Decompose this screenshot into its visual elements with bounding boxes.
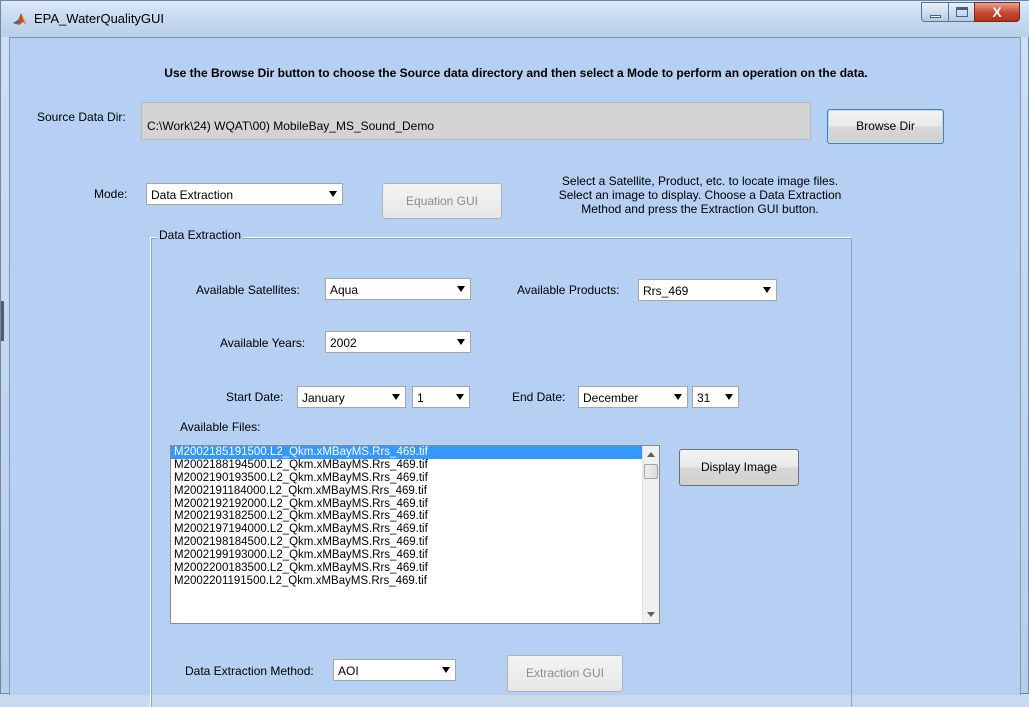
start-month-value: January xyxy=(302,391,345,405)
end-month-select[interactable]: December xyxy=(578,386,688,408)
extraction-method-value: AOI xyxy=(338,664,359,678)
list-item[interactable]: M2002192192000.L2_Qkm.xMBayMS.Rrs_469.ti… xyxy=(171,498,659,511)
list-item[interactable]: M2002190193500.L2_Qkm.xMBayMS.Rrs_469.ti… xyxy=(171,472,659,485)
list-item[interactable]: M2002197194000.L2_Qkm.xMBayMS.Rrs_469.ti… xyxy=(171,523,659,536)
instructions-text: Use the Browse Dir button to choose the … xyxy=(164,66,868,80)
close-icon: X xyxy=(992,4,1002,20)
list-item[interactable]: M2002193182500.L2_Qkm.xMBayMS.Rrs_469.ti… xyxy=(171,510,659,523)
chevron-down-icon xyxy=(388,388,404,406)
mode-label: Mode: xyxy=(94,187,128,201)
window-title: EPA_WaterQualityGUI xyxy=(34,11,165,26)
year-select[interactable]: 2002 xyxy=(325,331,471,353)
extraction-method-select[interactable]: AOI xyxy=(333,659,456,681)
end-date-label: End Date: xyxy=(512,390,566,404)
mode-help-text: Select a Satellite, Product, etc. to loc… xyxy=(530,174,870,216)
help-line-3: Method and press the Extraction GUI butt… xyxy=(581,202,819,216)
end-day-value: 31 xyxy=(697,391,711,405)
help-line-2: Select an image to display. Choose a Dat… xyxy=(558,188,842,202)
chevron-down-icon xyxy=(670,388,686,406)
start-month-select[interactable]: January xyxy=(297,386,406,408)
source-dir-field: C:\Work\24) WQAT\00) MobileBay_MS_Sound_… xyxy=(141,102,811,140)
title-bar[interactable]: EPA_WaterQualityGUI X xyxy=(1,1,1029,37)
products-label: Available Products: xyxy=(517,283,620,297)
year-select-value: 2002 xyxy=(330,336,357,350)
source-dir-label: Source Data Dir: xyxy=(37,110,126,124)
product-select[interactable]: Rrs_469 xyxy=(638,279,777,301)
display-image-button[interactable]: Display Image xyxy=(679,449,799,486)
list-item[interactable]: M2002191184000.L2_Qkm.xMBayMS.Rrs_469.ti… xyxy=(171,485,659,498)
scroll-thumb[interactable] xyxy=(644,464,658,479)
years-label: Available Years: xyxy=(220,336,306,350)
scroll-down-icon[interactable] xyxy=(643,606,659,622)
list-item[interactable]: M2002199193000.L2_Qkm.xMBayMS.Rrs_469.ti… xyxy=(171,549,659,562)
minimize-button[interactable] xyxy=(921,2,949,22)
chevron-down-icon xyxy=(453,333,469,351)
browse-dir-button[interactable]: Browse Dir xyxy=(827,109,944,144)
chevron-down-icon xyxy=(721,388,737,406)
list-item[interactable]: M2002188194500.L2_Qkm.xMBayMS.Rrs_469.ti… xyxy=(171,459,659,472)
files-scrollbar[interactable] xyxy=(642,446,659,623)
window-frame: EPA_WaterQualityGUI X Use the Browse Dir… xyxy=(0,0,1029,707)
chevron-down-icon xyxy=(325,185,341,203)
start-day-value: 1 xyxy=(417,391,424,405)
close-button[interactable]: X xyxy=(974,2,1020,22)
list-item[interactable]: M2002185191500.L2_Qkm.xMBayMS.Rrs_469.ti… xyxy=(171,446,659,459)
client-area: Use the Browse Dir button to choose the … xyxy=(9,37,1021,707)
list-item[interactable]: M2002201191500.L2_Qkm.xMBayMS.Rrs_469.ti… xyxy=(171,575,659,588)
satellites-label: Available Satellites: xyxy=(196,283,300,297)
chevron-down-icon xyxy=(452,388,468,406)
scroll-up-icon[interactable] xyxy=(643,447,659,463)
start-day-select[interactable]: 1 xyxy=(412,386,470,408)
end-month-value: December xyxy=(583,391,639,405)
extraction-gui-button[interactable]: Extraction GUI xyxy=(507,655,623,692)
data-extraction-panel-title: Data Extraction xyxy=(157,228,244,242)
extraction-method-label: Data Extraction Method: xyxy=(185,664,314,678)
product-select-value: Rrs_469 xyxy=(643,284,689,298)
file-rows: M2002185191500.L2_Qkm.xMBayMS.Rrs_469.ti… xyxy=(171,446,659,588)
start-date-label: Start Date: xyxy=(226,390,284,404)
list-item[interactable]: M2002198184500.L2_Qkm.xMBayMS.Rrs_469.ti… xyxy=(171,536,659,549)
satellite-select-value: Aqua xyxy=(330,283,359,297)
satellite-select[interactable]: Aqua xyxy=(325,278,471,300)
maximize-icon xyxy=(956,7,968,17)
matlab-app-icon xyxy=(13,13,27,25)
end-day-select[interactable]: 31 xyxy=(692,386,739,408)
chevron-down-icon xyxy=(759,281,775,299)
window-edge-mark xyxy=(1,301,4,341)
mode-select[interactable]: Data Extraction xyxy=(146,183,343,205)
maximize-button[interactable] xyxy=(948,2,975,22)
chevron-down-icon xyxy=(453,280,469,298)
available-files-list[interactable]: M2002185191500.L2_Qkm.xMBayMS.Rrs_469.ti… xyxy=(170,445,660,624)
files-label: Available Files: xyxy=(180,420,261,434)
list-item[interactable]: M2002200183500.L2_Qkm.xMBayMS.Rrs_469.ti… xyxy=(171,562,659,575)
equation-gui-button[interactable]: Equation GUI xyxy=(382,183,502,219)
minimize-icon xyxy=(930,15,941,18)
chevron-down-icon xyxy=(438,661,454,679)
mode-select-value: Data Extraction xyxy=(151,188,234,202)
source-dir-value: C:\Work\24) WQAT\00) MobileBay_MS_Sound_… xyxy=(147,119,434,133)
help-line-1: Select a Satellite, Product, etc. to loc… xyxy=(561,174,839,188)
